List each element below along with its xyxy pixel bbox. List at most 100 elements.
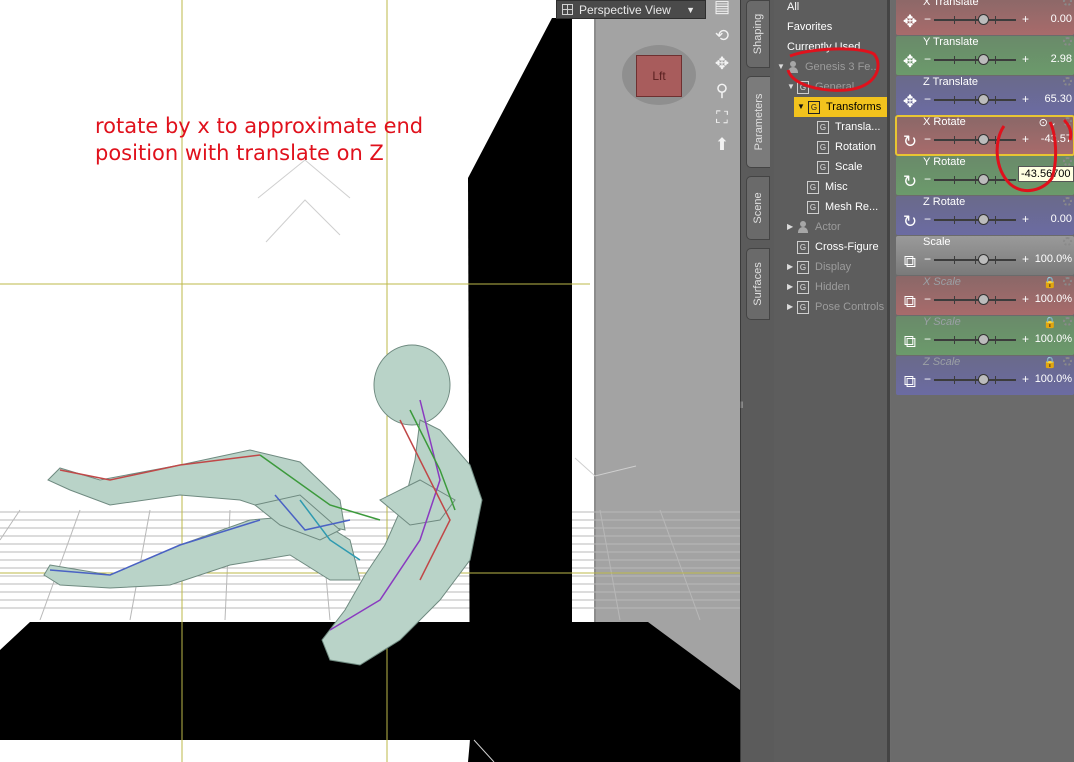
gear-icon[interactable] xyxy=(1063,117,1072,126)
param-y-scale[interactable]: Y Scale 🔒 ⧉ − + 100.0% xyxy=(896,316,1074,355)
tree-item-rotation[interactable]: G Rotation xyxy=(817,137,876,157)
tree-item-favorites[interactable]: Favorites xyxy=(787,17,832,37)
decrement-button[interactable]: − xyxy=(924,132,931,146)
slider-track[interactable] xyxy=(934,256,1016,264)
slider-knob[interactable] xyxy=(978,374,989,385)
lock-icon[interactable]: 🔒 xyxy=(1043,356,1057,369)
gear-icon[interactable] xyxy=(1063,37,1072,46)
gear-icon[interactable] xyxy=(1063,77,1072,86)
param-x-translate[interactable]: X Translate ✥ − + 0.00 xyxy=(896,0,1074,35)
tree-item-genesis-3[interactable]: ▼ Genesis 3 Fe... xyxy=(777,57,880,77)
tab-surfaces[interactable]: Surfaces xyxy=(746,248,770,320)
gear-icon[interactable] xyxy=(1063,317,1072,326)
gear-icon[interactable] xyxy=(1063,197,1072,206)
decrement-button[interactable]: − xyxy=(924,52,931,66)
param-x-scale[interactable]: X Scale 🔒 ⧉ − + 100.0% xyxy=(896,276,1074,315)
expand-arrow-icon[interactable]: ▼ xyxy=(797,97,805,117)
tree-item-actor[interactable]: ▶ Actor xyxy=(787,217,841,237)
slider-knob[interactable] xyxy=(978,214,989,225)
increment-button[interactable]: + xyxy=(1022,252,1029,266)
tree-item-display[interactable]: ▶ G Display xyxy=(787,257,851,277)
slider-track[interactable] xyxy=(934,336,1016,344)
gear-icon[interactable] xyxy=(1063,0,1072,6)
increment-button[interactable]: + xyxy=(1022,372,1029,386)
collapsed-arrow-icon[interactable]: ▶ xyxy=(787,277,793,297)
lock-icon[interactable]: 🔒 xyxy=(1043,276,1057,289)
view-cube-face[interactable]: Lft xyxy=(636,55,682,97)
decrement-button[interactable]: − xyxy=(924,292,931,306)
param-y-translate[interactable]: Y Translate ✥ − + 2.98 xyxy=(896,36,1074,75)
param-scale[interactable]: Scale ⧉ − + 100.0% xyxy=(896,236,1074,275)
view-cube[interactable]: Lft xyxy=(622,45,696,105)
pan-icon[interactable]: ✥ xyxy=(710,52,734,76)
increment-button[interactable]: + xyxy=(1022,132,1029,146)
param-z-scale[interactable]: Z Scale 🔒 ⧉ − + 100.0% xyxy=(896,356,1074,395)
increment-button[interactable]: + xyxy=(1022,332,1029,346)
slider-track[interactable] xyxy=(934,96,1016,104)
slider-knob[interactable] xyxy=(978,334,989,345)
tab-parameters[interactable]: Parameters xyxy=(746,76,770,168)
expand-arrow-icon[interactable]: ▼ xyxy=(787,77,795,97)
increment-button[interactable]: + xyxy=(1022,92,1029,106)
decrement-button[interactable]: − xyxy=(924,332,931,346)
gear-icon[interactable] xyxy=(1063,357,1072,366)
keyframe-icon[interactable]: ⊙⌄ xyxy=(1039,116,1057,129)
decrement-button[interactable]: − xyxy=(924,172,931,186)
slider-knob[interactable] xyxy=(978,254,989,265)
collapsed-arrow-icon[interactable]: ▶ xyxy=(787,297,793,317)
tree-item-hidden[interactable]: ▶ G Hidden xyxy=(787,277,850,297)
reset-view-icon[interactable]: ⬆ xyxy=(710,133,734,157)
increment-button[interactable]: + xyxy=(1022,12,1029,26)
increment-button[interactable]: + xyxy=(1022,292,1029,306)
slider-track[interactable] xyxy=(934,216,1016,224)
gear-icon[interactable] xyxy=(1063,157,1072,166)
tree-item-pose-controls[interactable]: ▶ G Pose Controls xyxy=(787,297,884,317)
param-z-rotate[interactable]: Z Rotate ↻ − + 0.00 xyxy=(896,196,1074,235)
slider-knob[interactable] xyxy=(978,54,989,65)
slider-knob[interactable] xyxy=(978,294,989,305)
slider-knob[interactable] xyxy=(978,14,989,25)
decrement-button[interactable]: − xyxy=(924,372,931,386)
frame-icon[interactable]: ⛶ xyxy=(710,106,734,130)
tree-item-transforms[interactable]: ▼ G Transforms xyxy=(794,97,887,117)
decrement-button[interactable]: − xyxy=(924,212,931,226)
decrement-button[interactable]: − xyxy=(924,12,931,26)
increment-button[interactable]: + xyxy=(1022,52,1029,66)
slider-track[interactable] xyxy=(934,296,1016,304)
3d-viewport[interactable]: rotate by x to approximate end position … xyxy=(0,0,740,762)
collapsed-arrow-icon[interactable]: ▶ xyxy=(787,217,793,237)
slider-track[interactable] xyxy=(934,16,1016,24)
view-selector[interactable]: Perspective View ▼ xyxy=(556,0,706,19)
decrement-button[interactable]: − xyxy=(924,252,931,266)
param-x-rotate[interactable]: X Rotate ⊙⌄ ↻ − + -43.57 xyxy=(895,115,1074,156)
pane-splitter-icon[interactable]: ‖ xyxy=(740,400,748,420)
tab-shaping[interactable]: Shaping xyxy=(746,0,770,68)
tree-item-scale[interactable]: G Scale xyxy=(817,157,863,177)
tree-item-translate[interactable]: G Transla... xyxy=(817,117,880,137)
zoom-icon[interactable]: ⚲ xyxy=(710,79,734,103)
tree-item-cross-figure[interactable]: G Cross-Figure xyxy=(797,237,879,257)
increment-button[interactable]: + xyxy=(1022,212,1029,226)
collapsed-arrow-icon[interactable]: ▶ xyxy=(787,257,793,277)
tree-item-mesh-resolution[interactable]: G Mesh Re... xyxy=(807,197,878,217)
slider-track[interactable] xyxy=(934,376,1016,384)
tree-item-all[interactable]: All xyxy=(787,0,799,17)
slider-track[interactable] xyxy=(934,136,1016,144)
tab-scene[interactable]: Scene xyxy=(746,176,770,240)
tree-item-general[interactable]: ▼ G General xyxy=(787,77,854,97)
lock-icon[interactable]: 🔒 xyxy=(1043,316,1057,329)
expand-arrow-icon[interactable]: ▼ xyxy=(777,57,785,77)
decrement-button[interactable]: − xyxy=(924,92,931,106)
gear-icon[interactable] xyxy=(1063,277,1072,286)
tree-item-currently-used[interactable]: Currently Used xyxy=(787,37,860,57)
slider-knob[interactable] xyxy=(978,94,989,105)
param-z-translate[interactable]: Z Translate ✥ − + 65.30 xyxy=(896,76,1074,115)
slider-track[interactable] xyxy=(934,56,1016,64)
viewport-menu-icon[interactable]: ▤ xyxy=(710,0,734,19)
slider-knob[interactable] xyxy=(978,134,989,145)
orbit-icon[interactable]: ⟲ xyxy=(710,24,734,48)
slider-knob[interactable] xyxy=(978,174,989,185)
gear-icon[interactable] xyxy=(1063,237,1072,246)
tree-item-misc[interactable]: G Misc xyxy=(807,177,848,197)
slider-track[interactable] xyxy=(934,176,1016,184)
